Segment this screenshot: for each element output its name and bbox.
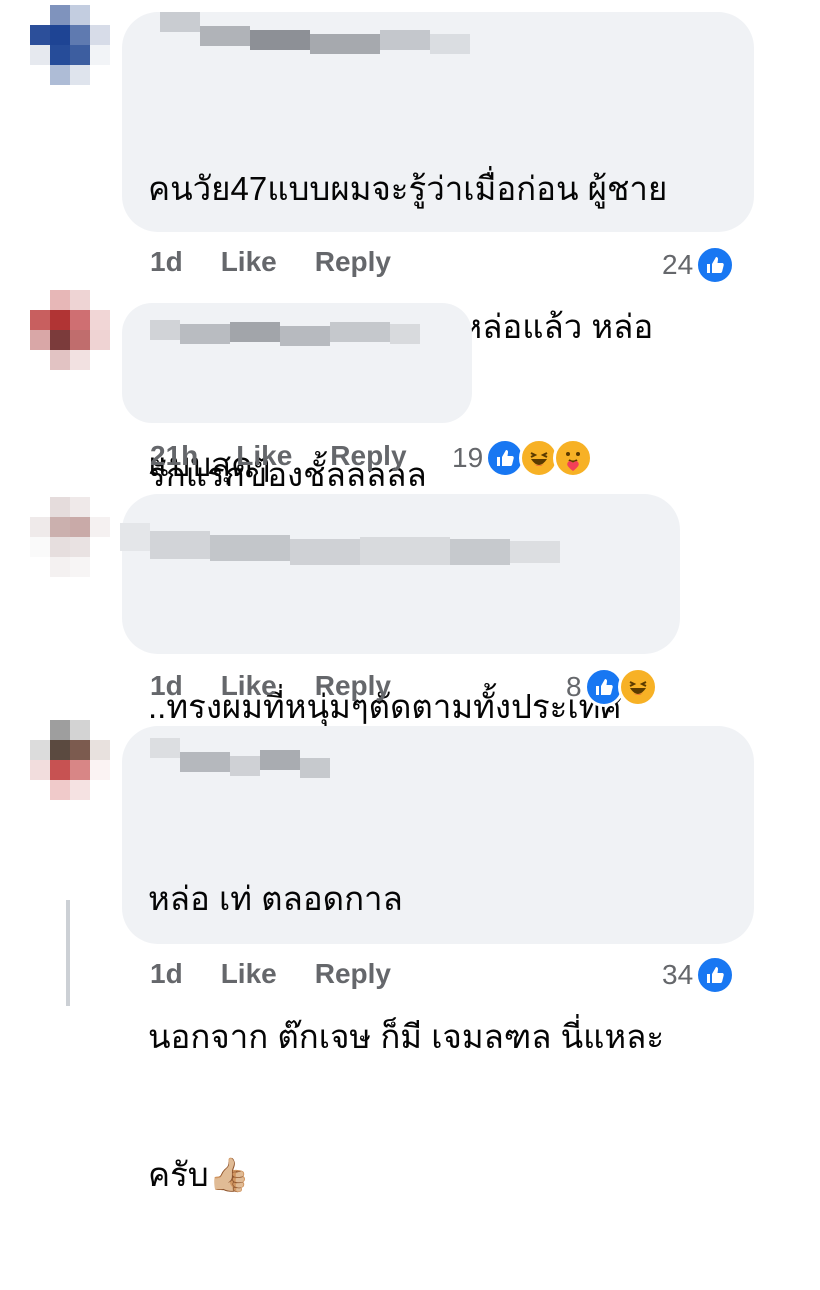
avatar[interactable] [30,290,110,370]
comment-actions: 1d Like Reply [150,670,391,702]
avatar[interactable] [30,5,110,85]
avatar[interactable] [30,497,110,577]
haha-icon [617,667,658,707]
reply-button[interactable]: Reply [315,246,391,278]
like-icon [695,245,736,285]
comment-actions: 1d Like Reply [150,246,391,278]
like-button[interactable]: Like [221,246,277,278]
commenter-name-blurred[interactable] [120,515,560,565]
commenter-name-blurred[interactable] [160,4,470,54]
care-icon [553,438,594,478]
like-button[interactable]: Like [236,440,292,472]
reply-button[interactable]: Reply [315,670,391,702]
reaction-summary[interactable]: 24 [662,245,736,285]
comment-timestamp[interactable]: 1d [150,958,183,990]
like-button[interactable]: Like [221,670,277,702]
reaction-count: 19 [452,442,484,473]
comment-timestamp[interactable]: 1d [150,246,183,278]
reaction-count: 24 [662,249,694,280]
comment-timestamp[interactable]: 1d [150,670,183,702]
thread-line [66,900,70,1006]
commenter-name-blurred[interactable] [150,300,420,346]
reaction-summary[interactable]: 34 [662,955,736,995]
like-icon [695,955,736,995]
reaction-summary[interactable]: 19 [452,438,594,478]
comment-actions: 1d Like Reply [150,958,391,990]
reaction-summary[interactable]: 8 [566,667,658,707]
reaction-count: 34 [662,959,694,990]
commenter-name-blurred[interactable] [150,730,330,778]
avatar[interactable] [30,720,110,800]
comment-actions: 21h Like Reply [150,440,407,472]
comment-text: หล่อ เท่ ตลอดกาล นอกจาก ต๊กเจษ ก็มี เจมล… [148,880,665,1193]
comment-timestamp[interactable]: 21h [150,440,198,472]
reaction-count: 8 [566,671,582,702]
like-button[interactable]: Like [221,958,277,990]
reply-button[interactable]: Reply [330,440,406,472]
reply-button[interactable]: Reply [315,958,391,990]
